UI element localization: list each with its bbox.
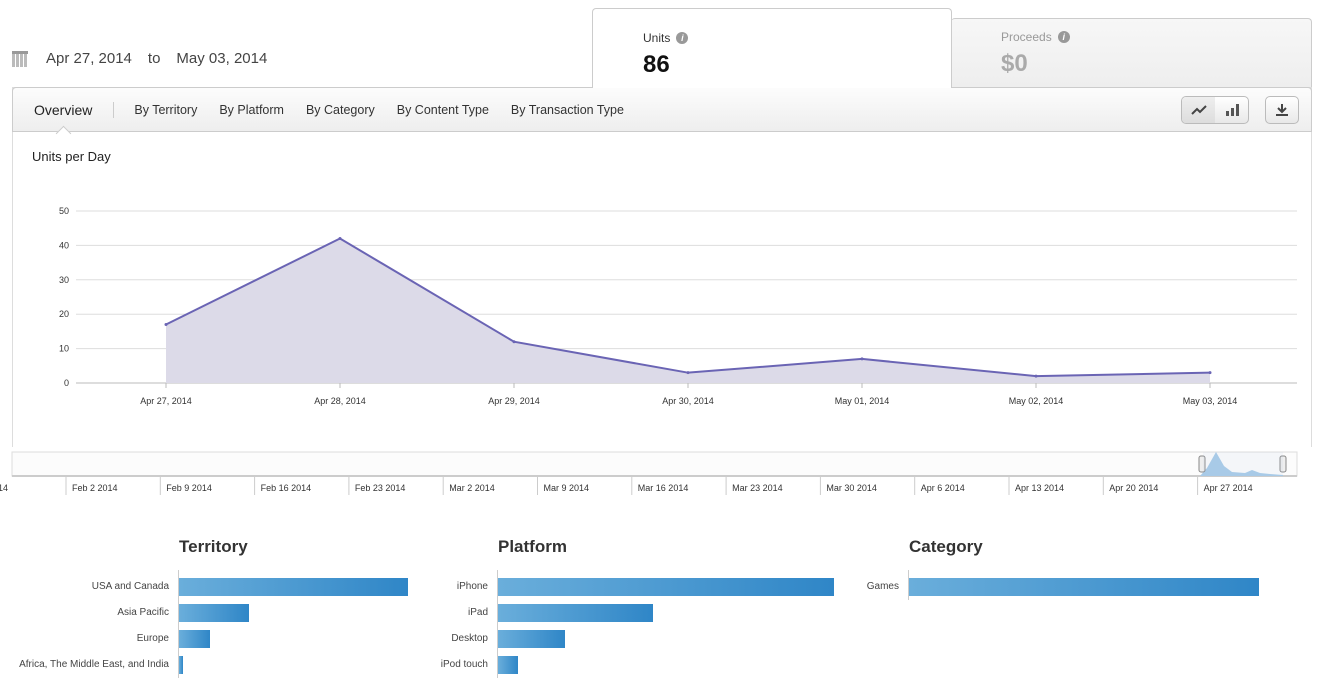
platform-title: Platform: [498, 537, 567, 556]
y-tick-label: 30: [59, 275, 69, 285]
bar-label: Asia Pacific: [117, 607, 169, 618]
navigator-tick-label: Mar 9 2014: [544, 483, 590, 493]
navigator-tick-label: 2014: [0, 483, 8, 493]
units-value: 86: [643, 51, 670, 78]
navigator-tick-label: Apr 13 2014: [1015, 483, 1064, 493]
navigator-tick-label: Mar 23 2014: [732, 483, 783, 493]
info-icon[interactable]: i: [676, 32, 689, 44]
y-tick-label: 0: [64, 378, 69, 388]
x-tick-label: Apr 30, 2014: [662, 396, 714, 406]
bar[interactable]: [179, 630, 211, 648]
navigator-selection: [1203, 452, 1283, 476]
data-point: [686, 371, 690, 375]
bar-label: Europe: [136, 633, 169, 644]
navigator-tick-label: Apr 27 2014: [1204, 483, 1253, 493]
data-point: [338, 237, 342, 241]
x-tick-label: Apr 27, 2014: [140, 396, 192, 406]
x-tick-label: Apr 28, 2014: [314, 396, 366, 406]
x-tick-label: May 01, 2014: [835, 396, 890, 406]
data-point: [1208, 371, 1212, 375]
x-tick-label: May 03, 2014: [1183, 396, 1238, 406]
x-tick-label: Apr 29, 2014: [488, 396, 540, 406]
bar[interactable]: [498, 604, 653, 622]
navigator-tick-label: Mar 30 2014: [826, 483, 877, 493]
data-point: [164, 323, 168, 327]
bar[interactable]: [909, 578, 1259, 596]
navigator-tick-label: Feb 16 2014: [261, 483, 312, 493]
navigator-tick-label: Mar 2 2014: [449, 483, 495, 493]
navigator-tick-label: Feb 23 2014: [355, 483, 406, 493]
bar-label: USA and Canada: [91, 581, 169, 592]
navigator-tick-label: Mar 16 2014: [638, 483, 689, 493]
y-tick-label: 20: [59, 309, 69, 319]
bar[interactable]: [498, 656, 519, 674]
x-tick-label: May 02, 2014: [1009, 396, 1064, 406]
territory-title: Territory: [179, 537, 248, 556]
bar[interactable]: [498, 630, 566, 648]
navigator-tick-label: Feb 2 2014: [72, 483, 118, 493]
bar-label: iPod touch: [440, 659, 488, 670]
bar-label: Games: [866, 581, 899, 592]
navigator-tick-label: Apr 20 2014: [1109, 483, 1158, 493]
y-tick-label: 50: [59, 206, 69, 216]
bar[interactable]: [179, 656, 183, 674]
bar-label: iPhone: [456, 581, 488, 592]
bar-label: Africa, The Middle East, and India: [19, 659, 169, 670]
data-point: [1034, 374, 1038, 378]
category-title: Category: [909, 537, 983, 556]
navigator-tick-label: Apr 6 2014: [921, 483, 965, 493]
data-point: [512, 340, 516, 344]
units-tab[interactable]: Units i 86: [592, 8, 952, 88]
units-label: Units: [643, 31, 671, 45]
area-fill: [166, 238, 1210, 383]
data-point: [860, 357, 864, 361]
navigator-track: [11, 451, 1298, 477]
navigator-tick-label: Feb 9 2014: [166, 483, 212, 493]
y-tick-label: 40: [59, 240, 69, 250]
bar-label: Desktop: [451, 633, 488, 644]
bar-label: iPad: [467, 607, 488, 618]
y-tick-label: 10: [59, 344, 69, 354]
bar[interactable]: [179, 604, 249, 622]
